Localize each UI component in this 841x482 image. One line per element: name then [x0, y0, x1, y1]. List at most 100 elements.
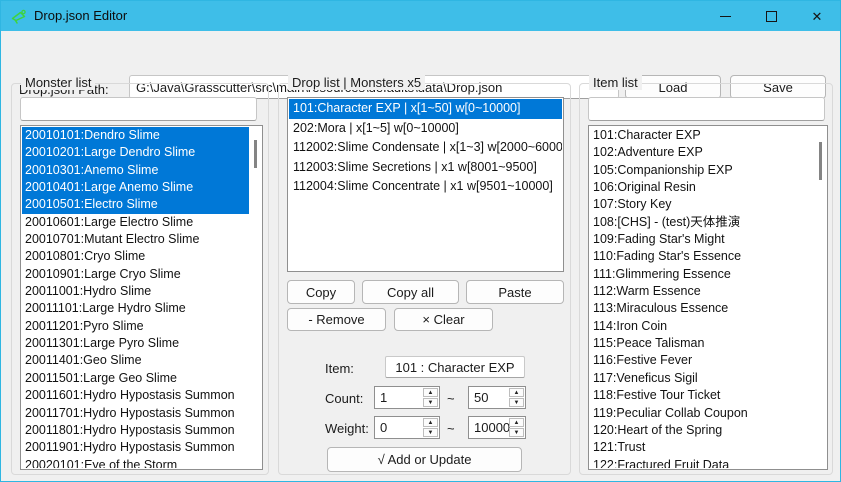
list-item[interactable]: 117:Veneficus Sigil	[590, 370, 826, 387]
list-item[interactable]: 122:Fractured Fruit Data	[590, 457, 826, 468]
list-item[interactable]: 20011201:Pyro Slime	[22, 318, 261, 335]
weight-max-spinner[interactable]: 10000 ▲ ▼	[468, 416, 526, 439]
list-item[interactable]: 112003:Slime Secretions | x1 w[8001~9500…	[289, 158, 562, 178]
list-item[interactable]: 20010401:Large Anemo Slime	[22, 179, 249, 196]
spinner-arrows: ▲ ▼	[509, 388, 524, 407]
list-item[interactable]: 121:Trust	[590, 439, 826, 456]
list-item[interactable]: 112:Warm Essence	[590, 283, 826, 300]
count-label: Count:	[325, 391, 363, 406]
copy-button[interactable]: Copy	[287, 280, 355, 304]
spinner-arrows: ▲ ▼	[423, 388, 438, 407]
list-item[interactable]: 20010501:Electro Slime	[22, 196, 249, 213]
drop-panel: Drop list | Monsters x5 101:Character EX…	[278, 83, 571, 475]
spin-up-icon[interactable]: ▲	[509, 418, 524, 427]
spinner-arrows: ▲ ▼	[509, 418, 524, 437]
monster-listbox[interactable]: 20010101:Dendro Slime20010201:Large Dend…	[20, 125, 263, 470]
item-listbox[interactable]: 101:Character EXP102:Adventure EXP105:Co…	[588, 125, 828, 470]
weight-max-value: 10000	[474, 417, 510, 438]
weight-min-spinner[interactable]: 0 ▲ ▼	[374, 416, 440, 439]
weight-min-value: 0	[380, 417, 387, 438]
titlebar[interactable]: Drop.json Editor ✕	[1, 1, 840, 31]
list-item[interactable]: 119:Peculiar Collab Coupon	[590, 405, 826, 422]
add-or-update-button[interactable]: √ Add or Update	[327, 447, 522, 472]
list-item[interactable]: 20010701:Mutant Electro Slime	[22, 231, 261, 248]
paste-button[interactable]: Paste	[466, 280, 564, 304]
spin-down-icon[interactable]: ▼	[423, 428, 438, 437]
list-item[interactable]: 20011601:Hydro Hypostasis Summon	[22, 387, 261, 404]
list-item[interactable]: 108:[CHS] - (test)天体推演	[590, 214, 826, 231]
list-item[interactable]: 20011101:Large Hydro Slime	[22, 300, 261, 317]
drop-listbox[interactable]: 101:Character EXP | x[1~50] w[0~10000]20…	[287, 97, 564, 272]
copy-all-button[interactable]: Copy all	[362, 280, 459, 304]
monster-panel-title: Monster list	[21, 75, 95, 90]
spin-up-icon[interactable]: ▲	[509, 388, 524, 397]
spin-down-icon[interactable]: ▼	[509, 428, 524, 437]
close-icon: ✕	[812, 10, 823, 23]
list-item[interactable]: 202:Mora | x[1~5] w[0~10000]	[289, 119, 562, 139]
list-item[interactable]: 106:Original Resin	[590, 179, 826, 196]
spin-down-icon[interactable]: ▼	[423, 398, 438, 407]
minimize-button[interactable]	[702, 1, 748, 31]
list-item[interactable]: 114:Iron Coin	[590, 318, 826, 335]
list-item[interactable]: 101:Character EXP | x[1~50] w[0~10000]	[289, 99, 562, 119]
list-item[interactable]: 20011001:Hydro Slime	[22, 283, 261, 300]
list-item[interactable]: 20010601:Large Electro Slime	[22, 214, 261, 231]
item-value-box: 101 : Character EXP	[385, 356, 525, 378]
list-item[interactable]: 107:Story Key	[590, 196, 826, 213]
list-item[interactable]: 102:Adventure EXP	[590, 144, 826, 161]
count-max-value: 50	[474, 387, 488, 408]
count-min-spinner[interactable]: 1 ▲ ▼	[374, 386, 440, 409]
list-item[interactable]: 20010901:Large Cryo Slime	[22, 266, 261, 283]
app-icon	[10, 7, 28, 25]
maximize-icon	[766, 11, 777, 22]
list-item[interactable]: 20011801:Hydro Hypostasis Summon	[22, 422, 261, 439]
monster-filter-input[interactable]	[20, 97, 257, 121]
count-tilde: ~	[447, 391, 455, 406]
list-item[interactable]: 20010201:Large Dendro Slime	[22, 144, 249, 161]
clear-button[interactable]: × Clear	[394, 308, 493, 331]
list-item[interactable]: 101:Character EXP	[590, 127, 826, 144]
count-min-value: 1	[380, 387, 387, 408]
maximize-button[interactable]	[748, 1, 794, 31]
item-panel: Item list 101:Character EXP102:Adventure…	[579, 83, 833, 475]
weight-tilde: ~	[447, 421, 455, 436]
item-label: Item:	[325, 361, 354, 376]
window-title: Drop.json Editor	[34, 8, 127, 23]
list-item[interactable]: 118:Festive Tour Ticket	[590, 387, 826, 404]
list-item[interactable]: 120:Heart of the Spring	[590, 422, 826, 439]
spinner-arrows: ▲ ▼	[423, 418, 438, 437]
list-item[interactable]: 112002:Slime Condensate | x[1~3] w[2000~…	[289, 138, 562, 158]
list-item[interactable]: 115:Peace Talisman	[590, 335, 826, 352]
list-item[interactable]: 20011301:Large Pyro Slime	[22, 335, 261, 352]
item-filter-input[interactable]	[588, 97, 825, 121]
weight-label: Weight:	[325, 421, 369, 436]
list-item[interactable]: 20011501:Large Geo Slime	[22, 370, 261, 387]
list-item[interactable]: 110:Fading Star's Essence	[590, 248, 826, 265]
list-item[interactable]: 20010801:Cryo Slime	[22, 248, 261, 265]
list-item[interactable]: 20011901:Hydro Hypostasis Summon	[22, 439, 261, 456]
list-item[interactable]: 20010301:Anemo Slime	[22, 162, 249, 179]
list-item[interactable]: 109:Fading Star's Might	[590, 231, 826, 248]
list-item[interactable]: 20020101:Eye of the Storm	[22, 457, 261, 468]
drop-panel-title: Drop list | Monsters x5	[288, 75, 425, 90]
content-area: Drop.json Path: Load Save Monster list 2…	[1, 31, 840, 481]
remove-button[interactable]: - Remove	[287, 308, 386, 331]
list-item[interactable]: 116:Festive Fever	[590, 352, 826, 369]
count-max-spinner[interactable]: 50 ▲ ▼	[468, 386, 526, 409]
monster-panel: Monster list 20010101:Dendro Slime200102…	[11, 83, 269, 475]
spin-up-icon[interactable]: ▲	[423, 418, 438, 427]
close-button[interactable]: ✕	[794, 1, 840, 31]
item-scrollbar-thumb[interactable]	[819, 142, 822, 180]
list-item[interactable]: 20011401:Geo Slime	[22, 352, 261, 369]
list-item[interactable]: 113:Miraculous Essence	[590, 300, 826, 317]
spin-down-icon[interactable]: ▼	[509, 398, 524, 407]
app-window: Drop.json Editor ✕ Drop.json Path: Load …	[0, 0, 841, 482]
minimize-icon	[720, 16, 731, 17]
list-item[interactable]: 105:Companionship EXP	[590, 162, 826, 179]
list-item[interactable]: 112004:Slime Concentrate | x1 w[9501~100…	[289, 177, 562, 197]
list-item[interactable]: 20011701:Hydro Hypostasis Summon	[22, 405, 261, 422]
list-item[interactable]: 20010101:Dendro Slime	[22, 127, 249, 144]
list-item[interactable]: 111:Glimmering Essence	[590, 266, 826, 283]
spin-up-icon[interactable]: ▲	[423, 388, 438, 397]
monster-scrollbar-thumb[interactable]	[254, 140, 257, 168]
